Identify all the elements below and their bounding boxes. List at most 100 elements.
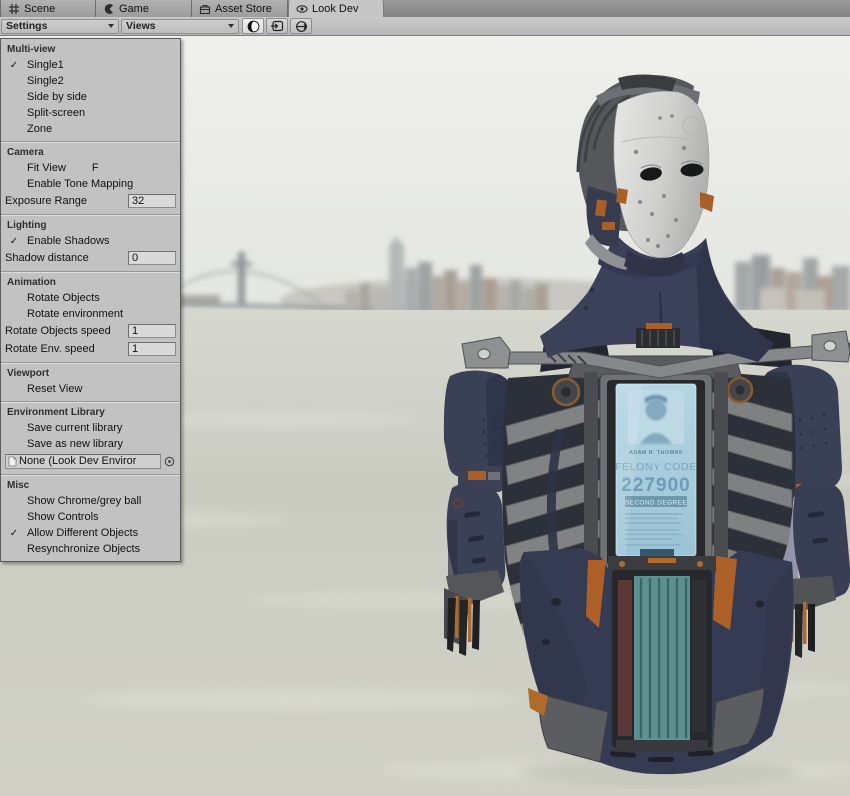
menu-item-reset-view[interactable]: Reset View <box>1 381 180 397</box>
gamepad-icon <box>103 3 115 15</box>
section-camera: Camera Fit View F Enable Tone Mapping Ex… <box>1 142 180 215</box>
menu-item-label: Enable Shadows <box>27 235 110 247</box>
field-label: Rotate Env. speed <box>5 343 128 355</box>
field-rotate-env-speed: Rotate Env. speed 1 <box>1 340 180 358</box>
mugshot-name: ADAM R. THOMAS <box>629 450 682 456</box>
menu-item-single2[interactable]: Single2 <box>1 73 180 89</box>
lookdev-toolbar: Settings Views <box>0 17 850 36</box>
menu-item-enable-shadows[interactable]: ✓ Enable Shadows <box>1 233 180 249</box>
views-dropdown[interactable]: Views <box>121 19 239 34</box>
section-title: Camera <box>1 144 180 160</box>
menu-item-label: Save as new library <box>27 438 123 450</box>
page-icon <box>8 456 17 467</box>
menu-item-save-as-new-library[interactable]: Save as new library <box>1 436 180 452</box>
tab-game[interactable]: Game <box>96 0 192 17</box>
menu-item-label: Save current library <box>27 422 122 434</box>
menu-item-single1[interactable]: ✓ Single1 <box>1 57 180 73</box>
degree-label: SECOND DEGREE <box>625 500 688 507</box>
menu-item-label: Side by side <box>27 91 87 103</box>
section-title: Misc <box>1 477 180 493</box>
settings-dropdown[interactable]: Settings <box>1 19 119 34</box>
menu-item-save-current-library[interactable]: Save current library <box>1 420 180 436</box>
tab-bar-space <box>384 0 850 17</box>
tab-look-dev[interactable]: Look Dev <box>288 0 384 17</box>
menu-item-fit-view[interactable]: Fit View F <box>1 160 180 176</box>
menu-item-label: Single2 <box>27 75 64 87</box>
section-lighting: Lighting ✓ Enable Shadows Shadow distanc… <box>1 215 180 272</box>
field-rotate-objects-speed: Rotate Objects speed 1 <box>1 322 180 340</box>
menu-item-label: Fit View <box>27 162 66 174</box>
section-misc: Misc Show Chrome/grey ball Show Controls… <box>1 475 180 561</box>
menu-item-split-screen[interactable]: Split-screen <box>1 105 180 121</box>
exposure-range-input[interactable]: 32 <box>128 194 176 208</box>
menu-item-label: Show Chrome/grey ball <box>27 495 141 507</box>
menu-item-side-by-side[interactable]: Side by side <box>1 89 180 105</box>
menu-item-allow-different-objects[interactable]: ✓ Allow Different Objects <box>1 525 180 541</box>
lookdev-settings-panel: Multi-view ✓ Single1 Single2 Side by sid… <box>0 38 181 562</box>
send-to-view-icon <box>270 20 284 32</box>
section-viewport: Viewport Reset View <box>1 363 180 402</box>
tab-asset-store[interactable]: Asset Store <box>192 0 288 17</box>
menu-item-label: Split-screen <box>27 107 85 119</box>
chevron-down-icon <box>228 24 234 28</box>
sync-views-button[interactable] <box>290 18 312 34</box>
settings-dropdown-label: Settings <box>6 20 47 32</box>
menu-item-zone[interactable]: Zone <box>1 121 180 137</box>
menu-item-rotate-environment[interactable]: Rotate environment <box>1 306 180 322</box>
section-title: Environment Library <box>1 404 180 420</box>
menu-item-enable-tone-mapping[interactable]: Enable Tone Mapping <box>1 176 180 192</box>
tab-bar: Scene Game Asset Store Look Dev <box>0 0 850 17</box>
store-box-icon <box>199 3 211 15</box>
cheek-orange-left <box>616 188 628 204</box>
menu-item-label: Reset View <box>27 383 82 395</box>
robot-abdomen <box>520 548 794 774</box>
section-animation: Animation Rotate Objects Rotate environm… <box>1 272 180 363</box>
menu-item-resynchronize-objects[interactable]: Resynchronize Objects <box>1 541 180 557</box>
neck-orange-clip <box>646 323 672 329</box>
shadow-distance-input[interactable]: 0 <box>128 251 176 265</box>
menu-item-label: Resynchronize Objects <box>27 543 140 555</box>
menu-item-show-controls[interactable]: Show Controls <box>1 509 180 525</box>
eye-icon <box>296 3 308 15</box>
menu-item-label: Rotate Objects <box>27 292 100 304</box>
field-shadow-distance: Shadow distance 0 <box>1 249 180 267</box>
shortcut-key: F <box>92 162 99 174</box>
views-dropdown-label: Views <box>126 20 156 32</box>
send-to-view-button[interactable] <box>266 18 288 34</box>
chest-screen: ADAM R. THOMAS FELONY CODE 227900 SECOND… <box>615 384 697 556</box>
tab-scene[interactable]: Scene <box>0 0 96 17</box>
grid-icon <box>8 3 20 15</box>
section-title: Animation <box>1 274 180 290</box>
section-title: Multi-view <box>1 41 180 57</box>
menu-item-label: Zone <box>27 123 52 135</box>
field-label: Shadow distance <box>5 252 128 264</box>
tab-label: Asset Store <box>215 3 272 15</box>
chrome-ball-button[interactable] <box>242 18 264 34</box>
field-label: Rotate Objects speed <box>5 325 128 337</box>
object-picker-icon[interactable] <box>164 456 175 467</box>
left-claws <box>447 596 480 656</box>
sync-views-icon <box>295 20 308 33</box>
section-title: Lighting <box>1 217 180 233</box>
rotate-env-speed-input[interactable]: 1 <box>128 342 176 356</box>
check-icon: ✓ <box>1 528 27 539</box>
tab-label: Game <box>119 3 149 15</box>
check-icon: ✓ <box>1 60 27 71</box>
tab-label: Look Dev <box>312 3 358 15</box>
chrome-ball-icon <box>247 20 260 33</box>
menu-item-show-chrome-grey-ball[interactable]: Show Chrome/grey ball <box>1 493 180 509</box>
section-multi-view: Multi-view ✓ Single1 Single2 Side by sid… <box>1 39 180 142</box>
menu-item-label: Show Controls <box>27 511 99 523</box>
menu-item-label: Enable Tone Mapping <box>27 178 133 190</box>
check-icon: ✓ <box>1 236 27 247</box>
menu-item-rotate-objects[interactable]: Rotate Objects <box>1 290 180 306</box>
menu-item-label: Rotate environment <box>27 308 123 320</box>
object-field-value: None (Look Dev Enviror <box>19 455 136 467</box>
chevron-down-icon <box>108 24 114 28</box>
menu-item-label: Allow Different Objects <box>27 527 138 539</box>
environment-object-field[interactable]: None (Look Dev Enviror <box>5 454 161 469</box>
tab-label: Scene <box>24 3 55 15</box>
menu-item-label: Single1 <box>27 59 64 71</box>
rotate-objects-speed-input[interactable]: 1 <box>128 324 176 338</box>
section-environment-library: Environment Library Save current library… <box>1 402 180 475</box>
